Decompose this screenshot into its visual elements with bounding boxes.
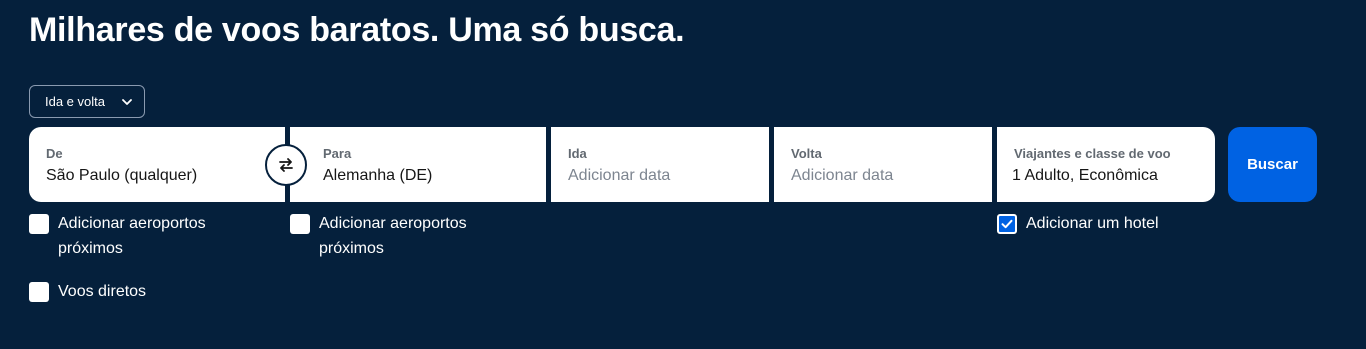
return-date-field[interactable]: Volta Adicionar data xyxy=(774,127,992,202)
origin-value: São Paulo (qualquer) xyxy=(46,167,198,184)
page-title: Milhares de voos baratos. Uma só busca. xyxy=(29,11,685,49)
swap-button[interactable] xyxy=(265,144,307,186)
add-hotel-checkbox[interactable]: Adicionar um hotel xyxy=(997,211,1159,236)
destination-value: Alemanha (DE) xyxy=(323,167,433,184)
nearby-airports-origin-label: Adicionar aeroportos próximos xyxy=(58,215,206,257)
travellers-class-field[interactable]: Viajantes e classe de voo 1 Adulto, Econ… xyxy=(997,127,1215,202)
nearby-airports-origin-checkbox[interactable]: Adicionar aeroportos próximos xyxy=(29,211,269,261)
trip-type-value: Ida e volta xyxy=(45,94,105,109)
travellers-value: 1 Adulto, Econômica xyxy=(1012,167,1158,184)
nearby-airports-destination-label: Adicionar aeroportos próximos xyxy=(319,215,467,257)
checkbox-box-checked[interactable] xyxy=(997,214,1017,234)
checkbox-box[interactable] xyxy=(29,214,49,234)
checkbox-box[interactable] xyxy=(290,214,310,234)
destination-label: Para xyxy=(323,146,352,161)
origin-label: De xyxy=(46,146,63,161)
origin-field[interactable]: De São Paulo (qualquer) xyxy=(29,127,285,202)
return-placeholder: Adicionar data xyxy=(791,167,894,184)
nearby-airports-destination-checkbox[interactable]: Adicionar aeroportos próximos xyxy=(290,211,530,261)
search-button[interactable]: Buscar xyxy=(1228,127,1317,202)
depart-label: Ida xyxy=(568,146,587,161)
chevron-down-icon xyxy=(122,99,132,105)
destination-field[interactable]: Para Alemanha (DE) xyxy=(290,127,546,202)
checkmark-icon xyxy=(1001,219,1013,229)
checkbox-box[interactable] xyxy=(29,282,49,302)
direct-flights-checkbox[interactable]: Voos diretos xyxy=(29,279,146,304)
direct-flights-label: Voos diretos xyxy=(58,283,147,300)
travellers-label: Viajantes e classe de voo xyxy=(1014,146,1171,161)
return-label: Volta xyxy=(791,146,822,161)
trip-type-select[interactable]: Ida e volta xyxy=(29,85,145,118)
swap-arrows-icon xyxy=(279,158,293,172)
depart-placeholder: Adicionar data xyxy=(568,167,671,184)
add-hotel-label: Adicionar um hotel xyxy=(1026,215,1159,232)
depart-date-field[interactable]: Ida Adicionar data xyxy=(551,127,769,202)
